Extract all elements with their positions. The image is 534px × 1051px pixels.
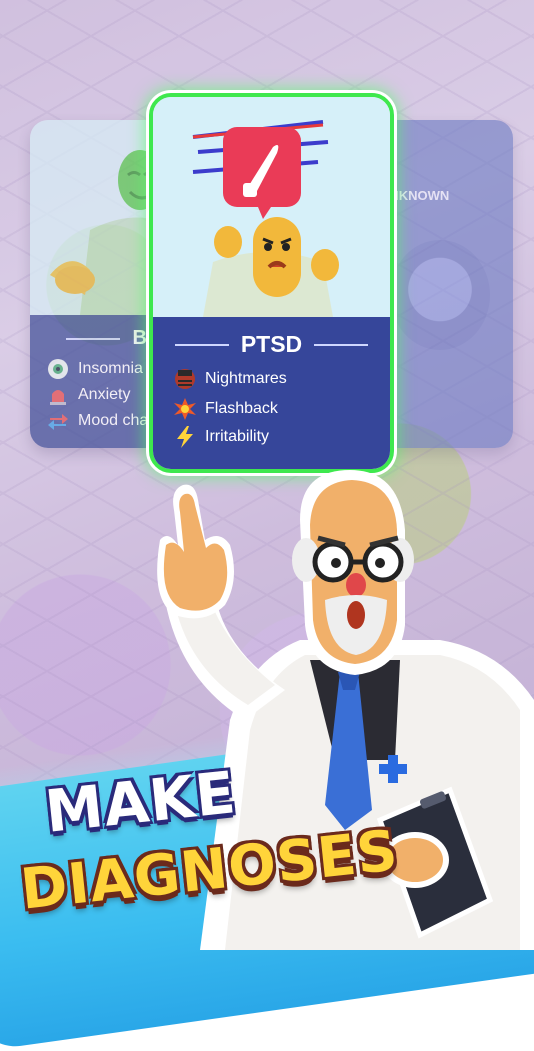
symptom-row: Mood char [46, 409, 154, 433]
symptom-row: Anxiety [46, 383, 130, 407]
symptom-label: Anxiety [78, 386, 131, 403]
hospital-logo-icon [390, 240, 490, 350]
symptom-row: Irritability [173, 425, 269, 449]
title-divider [66, 337, 121, 340]
siren-icon [46, 383, 70, 407]
explosion-icon [173, 397, 197, 421]
card-art [153, 97, 390, 317]
card-title: PTSD [240, 331, 303, 357]
swap-arrows-icon [46, 409, 70, 433]
title-divider [174, 343, 229, 346]
card-info-panel: PTSD Nightmares Flashback Irritability [153, 317, 390, 469]
symptom-row: Flashback [173, 397, 278, 421]
nightmare-face-icon [173, 367, 197, 391]
title-divider [314, 343, 369, 346]
symptom-label: Irritability [205, 428, 270, 445]
symptom-label: Flashback [205, 400, 278, 417]
symptom-row: Nightmares [173, 367, 287, 391]
eye-icon [46, 357, 70, 381]
symptom-label: Mood char [78, 412, 154, 429]
symptom-label: Insomnia [78, 360, 143, 377]
symptom-row: Insomnia [46, 357, 143, 381]
lightning-icon [173, 425, 197, 449]
diagnosis-card-ptsd[interactable]: PTSD Nightmares Flashback Irritability [149, 93, 394, 473]
symptom-label: Nightmares [205, 370, 287, 387]
